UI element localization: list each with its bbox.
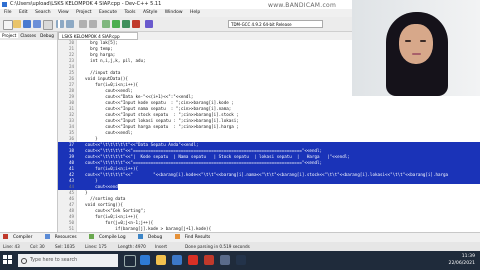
windows-taskbar: Type here to search 11:39 22/06/2021: [0, 251, 480, 270]
chrome-icon[interactable]: [188, 255, 198, 265]
tab-compiler[interactable]: Compiler: [3, 234, 36, 240]
webcam-overlay: [352, 0, 480, 96]
file-tab[interactable]: LSKS KELOMPOK 4 SIAP.cpp: [58, 32, 138, 40]
new-file-icon[interactable]: [3, 20, 13, 30]
replace-icon[interactable]: [89, 20, 97, 28]
tab-find-results[interactable]: Find Results: [174, 234, 215, 240]
clock-time: 11:39: [461, 254, 475, 259]
menu-search[interactable]: Search: [35, 10, 50, 15]
status-col: Col: 30: [30, 244, 45, 249]
compile-run-icon[interactable]: [122, 20, 130, 28]
window-title: C:\Users\upload\LSKS KELOMPOK 4 SIAP.cpp…: [10, 1, 162, 7]
tab-project[interactable]: Project: [0, 33, 19, 38]
clock-date: 22/06/2021: [448, 261, 475, 266]
menu-execute[interactable]: Execute: [99, 10, 117, 15]
print-icon[interactable]: [43, 20, 53, 30]
tab-resources[interactable]: Resources: [44, 234, 81, 240]
compiler-select[interactable]: TDM-GCC 4.9.2 64-bit Release: [228, 20, 323, 28]
save-icon[interactable]: [23, 20, 31, 28]
save-all-icon[interactable]: [33, 20, 41, 28]
menu-window[interactable]: Window: [165, 10, 183, 15]
menu-help[interactable]: Help: [190, 10, 200, 15]
compile-log-icon: [89, 234, 95, 239]
compile-icon[interactable]: [102, 20, 110, 28]
menu-tools[interactable]: Tools: [124, 10, 135, 15]
bandicam-icon[interactable]: [204, 255, 214, 265]
open-folder-icon[interactable]: [13, 20, 21, 28]
status-sel: Sel: 1035: [55, 244, 75, 249]
system-clock[interactable]: 11:39 22/06/2021: [420, 253, 475, 267]
status-length: Length: 4970: [118, 244, 146, 249]
file-explorer-icon[interactable]: [156, 255, 166, 265]
find-icon[interactable]: [79, 20, 87, 28]
taskbar-search[interactable]: Type here to search: [18, 254, 118, 267]
app-icon: [2, 2, 7, 7]
find-results-icon: [174, 234, 180, 239]
menu-edit[interactable]: Edit: [19, 10, 28, 15]
person-mouth: [412, 53, 421, 55]
stop-icon[interactable]: [132, 20, 140, 28]
status-bar: Line: 43 Col: 30 Sel: 1035 Lines: 175 Le…: [0, 242, 480, 251]
project-panel: Project Classes Debug: [0, 32, 58, 232]
search-icon: [21, 258, 27, 264]
store-icon[interactable]: [172, 255, 182, 265]
status-message: Done parsing in 0.519 seconds: [185, 244, 250, 249]
person-left-eye: [405, 40, 411, 42]
status-line: Line: 43: [3, 244, 20, 249]
resources-icon: [44, 234, 50, 239]
tab-debug[interactable]: Debug: [38, 33, 56, 38]
tab-compile-log[interactable]: Compile Log: [89, 234, 130, 240]
edge-icon[interactable]: [140, 255, 150, 265]
menu-file[interactable]: File: [4, 10, 12, 15]
status-lines: Lines: 175: [85, 244, 107, 249]
start-icon[interactable]: [3, 255, 13, 265]
devcpp-icon[interactable]: [220, 255, 230, 265]
console-icon[interactable]: [236, 255, 246, 265]
task-view-icon[interactable]: [124, 255, 136, 267]
run-icon[interactable]: [112, 20, 120, 28]
compiler-icon: [3, 234, 8, 239]
debug-check-icon: [138, 234, 144, 239]
tab-debug-output[interactable]: Debug: [138, 234, 166, 240]
left-panel-tabs: Project Classes Debug: [0, 32, 57, 40]
globals-select-hidden: [58, 20, 60, 28]
menu-view[interactable]: View: [58, 10, 69, 15]
menu-project[interactable]: Project: [76, 10, 91, 15]
debug-icon[interactable]: [145, 20, 153, 28]
status-mode: Insert: [155, 244, 168, 249]
person-face: [399, 24, 433, 64]
tab-classes[interactable]: Classes: [18, 33, 38, 38]
person-right-eye: [420, 40, 426, 42]
search-placeholder: Type here to search: [30, 258, 78, 263]
menu-astyle[interactable]: AStyle: [143, 10, 157, 15]
redo-icon[interactable]: [66, 20, 74, 28]
